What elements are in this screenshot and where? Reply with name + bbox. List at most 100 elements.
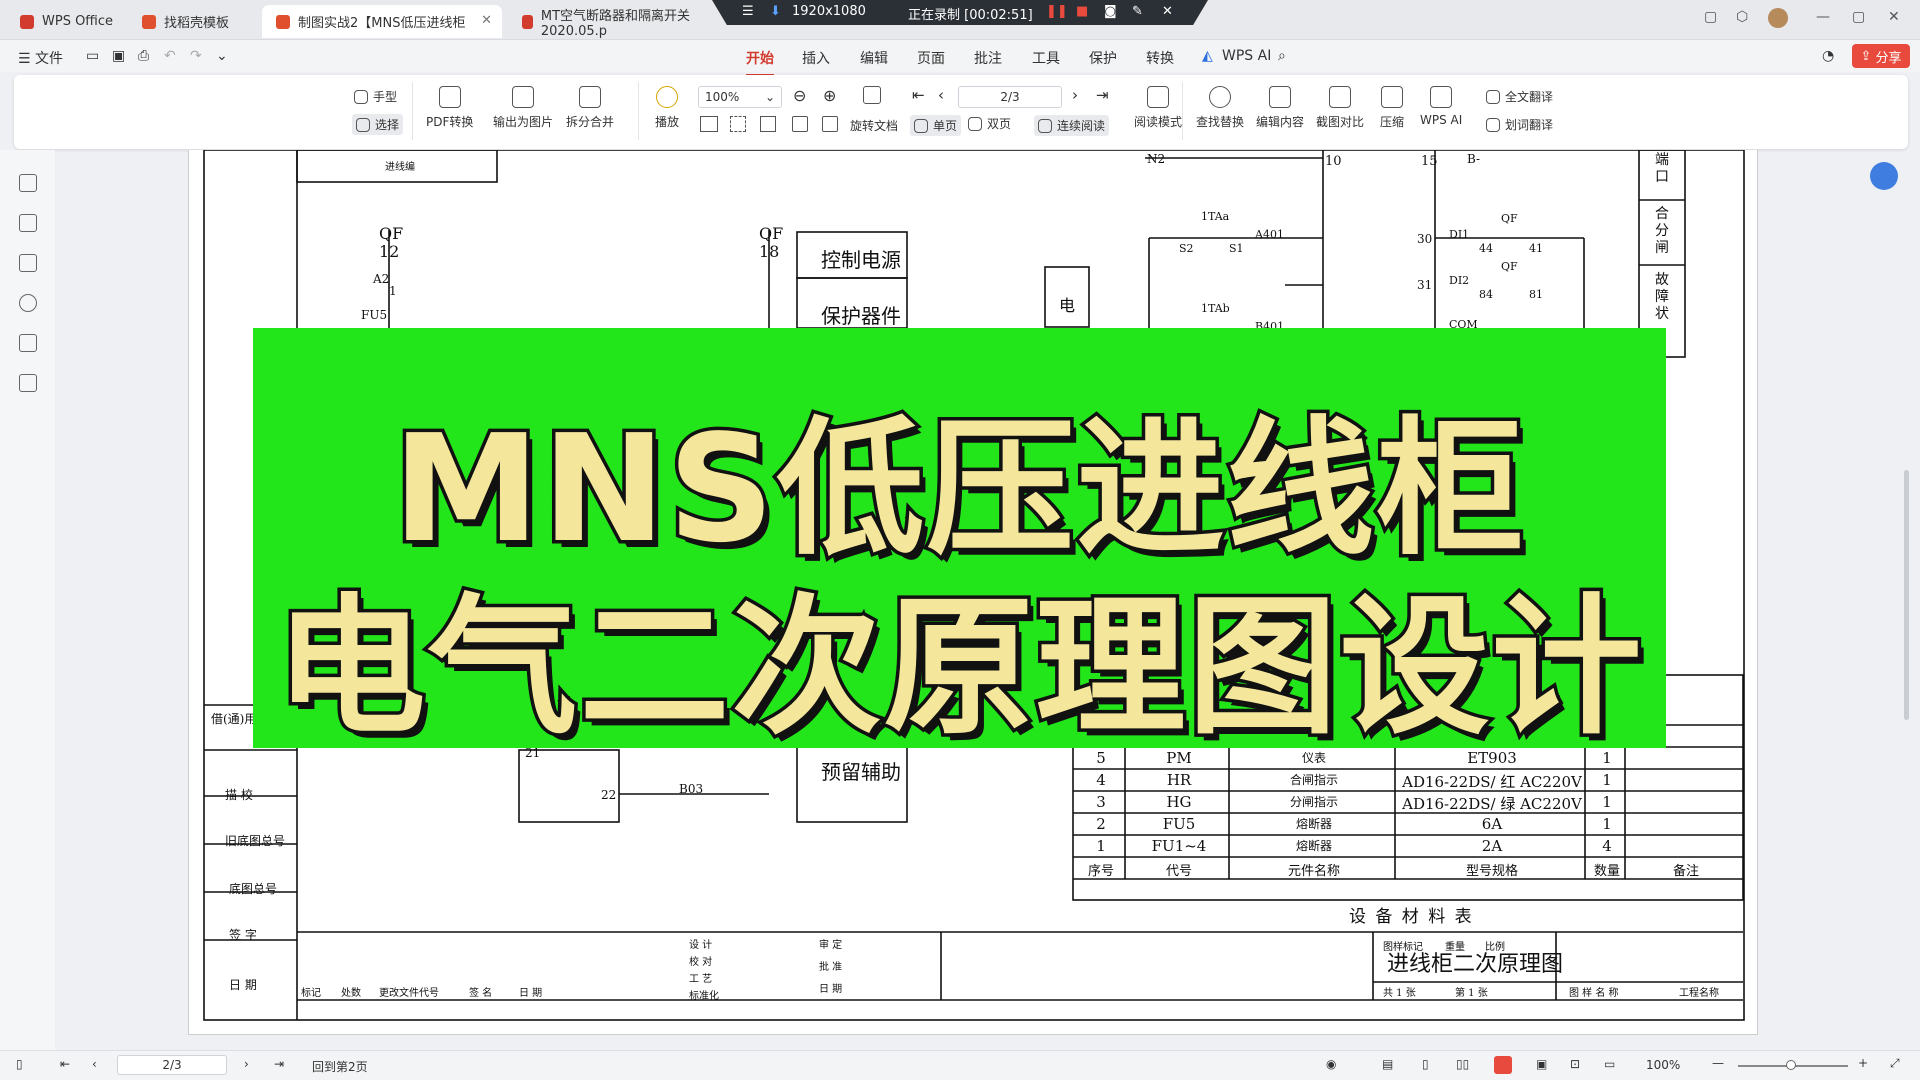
full-screen-icon[interactable]: ▭ <box>1604 1057 1615 1071</box>
back-to-page-link[interactable]: 回到第2页 <box>312 1058 368 1075</box>
chat-icon[interactable]: ◔ <box>1822 48 1834 64</box>
zoom-out-icon[interactable]: ⊖ <box>793 86 806 105</box>
menu-start[interactable]: 开始 <box>746 48 774 76</box>
io-label: DI2 <box>1449 274 1470 287</box>
last-page-icon[interactable]: ⇥ <box>274 1057 284 1071</box>
menu-insert[interactable]: 插入 <box>802 48 830 68</box>
menu-annotate[interactable]: 批注 <box>974 48 1002 68</box>
sidebar-toggle-icon[interactable]: ▯ <box>16 1057 23 1071</box>
rotate-document-button[interactable]: 旋转文档 <box>850 117 898 134</box>
avatar[interactable] <box>1768 8 1788 28</box>
prev-page-icon[interactable]: ‹ <box>938 86 944 104</box>
pen-icon[interactable]: ✎ <box>1132 4 1143 19</box>
tab-template[interactable]: 找稻壳模板 <box>128 5 256 38</box>
cube-icon[interactable]: ⬡ <box>1736 9 1748 25</box>
search-icon[interactable]: ⌕ <box>1278 48 1286 64</box>
wps-ai-button[interactable]: WPS AI <box>1420 86 1462 127</box>
hand-tool-button[interactable]: 手型 <box>354 88 397 105</box>
zoom-in-icon[interactable]: ⊕ <box>823 86 836 105</box>
expand-icon[interactable]: ⤢ <box>1890 1056 1900 1071</box>
save-icon[interactable]: ▣ <box>112 48 125 64</box>
zoom-in-icon[interactable]: + <box>1858 1056 1868 1070</box>
first-page-icon[interactable]: ⇤ <box>912 86 925 104</box>
signature-icon[interactable] <box>19 334 37 352</box>
fit-page-icon[interactable]: ▣ <box>1536 1057 1547 1071</box>
close-window-icon[interactable]: ✕ <box>1888 9 1900 25</box>
pause-icon[interactable]: ❚❚ <box>1046 4 1068 19</box>
minimize-icon[interactable]: — <box>1816 9 1830 25</box>
chevron-down-icon[interactable]: ⌄ <box>216 48 228 64</box>
split-merge-button[interactable]: 拆分合并 <box>566 86 614 130</box>
fit-height-icon[interactable] <box>760 116 776 132</box>
open-icon[interactable]: ▭ <box>86 48 99 64</box>
bom-header-cell: 代号 <box>1165 864 1192 879</box>
single-page-icon[interactable]: ▯ <box>1422 1057 1429 1071</box>
stop-icon[interactable]: ■ <box>1076 4 1088 19</box>
read-mode-button[interactable]: 阅读模式 <box>1134 86 1182 130</box>
tab-current-document[interactable]: 制图实战2【MNS低压进线柜 ✕ <box>262 5 502 38</box>
thumbnail-icon[interactable] <box>19 214 37 232</box>
fit-width-icon[interactable] <box>730 116 746 132</box>
single-page-button[interactable]: 单页 <box>910 115 962 136</box>
file-menu[interactable]: ☰ 文件 <box>18 48 63 68</box>
prev-page-icon[interactable]: ‹ <box>92 1057 97 1071</box>
maximize-icon[interactable]: ▢ <box>1852 9 1865 25</box>
menu-wps-ai[interactable]: WPS AI <box>1222 48 1271 64</box>
play-button[interactable]: 播放 <box>655 86 679 130</box>
zoom-slider-handle[interactable] <box>1786 1060 1796 1070</box>
pdf-convert-button[interactable]: PDF转换 <box>426 86 473 130</box>
menu-convert[interactable]: 转换 <box>1146 48 1174 68</box>
menu-tools[interactable]: 工具 <box>1032 48 1060 68</box>
fit-width-icon[interactable]: ⊡ <box>1570 1057 1580 1071</box>
attachment-icon[interactable] <box>19 294 37 312</box>
layers-icon[interactable] <box>19 374 37 392</box>
tab-mt-breaker[interactable]: MT空气断路器和隔离开关2020.05.p <box>508 5 708 39</box>
word-translate-button[interactable]: 划词翻译 <box>1486 116 1553 133</box>
last-page-icon[interactable]: ⇥ <box>1096 86 1109 104</box>
page-value: 2/3 <box>1000 90 1020 104</box>
pdf-icon <box>522 14 533 29</box>
menu-page[interactable]: 页面 <box>917 48 945 68</box>
menu-icon[interactable]: ☰ <box>742 4 754 19</box>
double-page-button[interactable]: 双页 <box>968 115 1011 132</box>
compare-button[interactable]: 截图对比 <box>1316 86 1364 130</box>
comment-icon[interactable] <box>19 254 37 272</box>
close-tab-icon[interactable]: ✕ <box>481 13 492 28</box>
continuous-icon[interactable]: ▤ <box>1382 1057 1393 1071</box>
first-page-icon[interactable]: ⇤ <box>60 1057 70 1071</box>
rotate-right-icon[interactable] <box>822 116 838 132</box>
menu-protect[interactable]: 保护 <box>1089 48 1117 68</box>
page-input[interactable]: 2/3 <box>958 86 1062 108</box>
select-tool-button[interactable]: 选择 <box>352 114 404 135</box>
camera-icon[interactable]: ◙ <box>1104 4 1117 19</box>
find-replace-button[interactable]: 查找替换 <box>1196 86 1244 130</box>
restore-layout-icon[interactable]: ▢ <box>1704 9 1717 25</box>
next-page-icon[interactable]: › <box>244 1057 249 1071</box>
print-icon[interactable]: ⎙ <box>138 48 149 64</box>
zoom-out-icon[interactable]: — <box>1712 1056 1724 1070</box>
compress-button[interactable]: 压缩 <box>1380 86 1404 130</box>
edit-content-button[interactable]: 编辑内容 <box>1256 86 1304 130</box>
full-translate-button[interactable]: 全文翻译 <box>1486 88 1553 105</box>
floating-tool-icon[interactable] <box>1870 162 1898 190</box>
close-recorder-icon[interactable]: ✕ <box>1162 4 1173 19</box>
continuous-read-button[interactable]: 连续阅读 <box>1034 115 1110 136</box>
eye-icon[interactable]: ◉ <box>1326 1057 1336 1071</box>
record-icon[interactable] <box>1494 1056 1512 1074</box>
menu-edit[interactable]: 编辑 <box>860 48 888 68</box>
fit-page-icon[interactable] <box>863 86 881 104</box>
tab-wps-office[interactable]: WPS Office <box>6 5 120 38</box>
bookmark-icon[interactable] <box>19 174 37 192</box>
undo-icon[interactable]: ↶ <box>164 48 176 64</box>
share-button[interactable]: ⇪ 分享 <box>1852 44 1910 68</box>
redo-icon[interactable]: ↷ <box>190 48 202 64</box>
actual-size-icon[interactable] <box>700 116 718 132</box>
rotate-left-icon[interactable] <box>792 116 808 132</box>
next-page-icon[interactable]: › <box>1072 86 1078 104</box>
double-page-icon[interactable]: ▯▯ <box>1456 1057 1469 1071</box>
export-image-button[interactable]: 输出为图片 <box>493 86 553 130</box>
vertical-scrollbar[interactable] <box>1904 470 1909 720</box>
zoom-level[interactable]: 100% <box>1646 1058 1680 1072</box>
zoom-select[interactable]: 100% ⌄ <box>698 86 782 108</box>
page-input[interactable]: 2/3 <box>117 1055 227 1075</box>
